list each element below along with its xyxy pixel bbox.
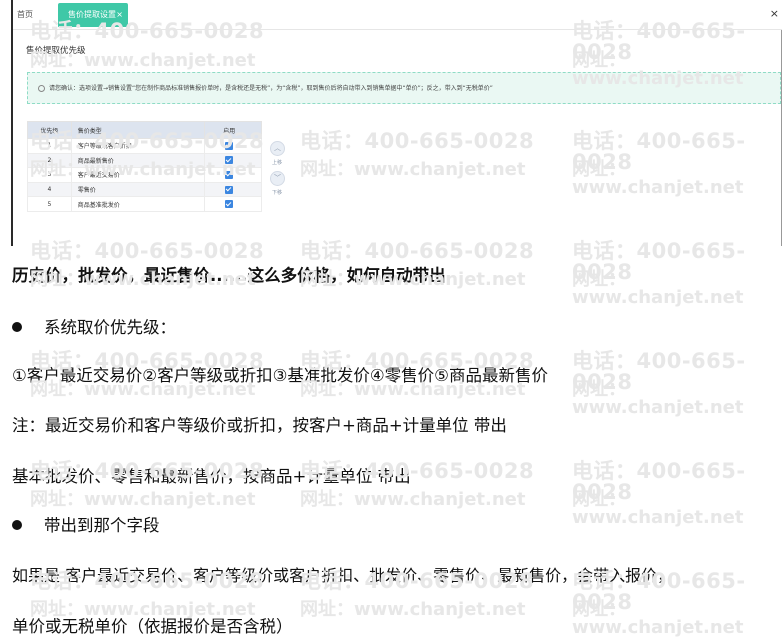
row-price-type: 零售价 xyxy=(70,181,206,198)
paragraph-priority-order: ①客户最近交易价②客户等级或折扣③基准批发价④零售价⑤商品最新售价 xyxy=(12,366,548,385)
enabled-checkbox[interactable] xyxy=(225,141,234,150)
enabled-checkbox[interactable] xyxy=(225,170,234,179)
watermark-website: 网址：www.chanjet.net xyxy=(572,379,744,418)
screenshot-left-border xyxy=(11,0,13,246)
notice-text: 请您确认：选项设置→销售设置“您在制作商品标准销售报价单时，是含税还是无税”，为… xyxy=(49,85,493,92)
row-priority: 3 xyxy=(27,167,72,183)
watermark-website: 网址：www.chanjet.net xyxy=(572,269,744,308)
move-up-button[interactable]: ︿ xyxy=(270,141,285,156)
header-priority: 优先级 xyxy=(27,121,72,139)
table-row[interactable]: 3 客户最近交易价 xyxy=(27,167,262,183)
watermark-website: 网址：www.chanjet.net xyxy=(300,599,526,620)
header-price-type: 售价类型 xyxy=(70,121,206,139)
lightbulb-icon xyxy=(38,85,45,92)
bullet-item: 系统取价优先级： xyxy=(12,314,176,338)
notice-banner: 请您确认：选项设置→销售设置“您在制作商品标准销售报价单时，是含税还是无税”，为… xyxy=(27,72,781,104)
row-price-type: 商品基准批发价 xyxy=(70,196,206,212)
bullet-icon xyxy=(12,321,22,332)
watermark-website: 网址：www.chanjet.net xyxy=(572,599,744,638)
tab-close-icon[interactable]: × xyxy=(116,3,123,27)
bullet-text: 带出到那个字段 xyxy=(44,516,160,535)
watermark-website: 网址：www.chanjet.net xyxy=(30,489,256,510)
tab-home[interactable]: 首页 xyxy=(17,9,33,20)
row-priority: 1 xyxy=(27,138,72,154)
tab-price-settings[interactable]: 售价提取设置 × xyxy=(58,3,128,27)
watermark-phone: 电话：400-665-0028 xyxy=(572,459,746,504)
table-row[interactable]: 5 商品基准批发价 xyxy=(27,196,262,212)
article-heading: 历史价，批发价，最近售价......这么多价格，如何自动带出 xyxy=(12,266,446,285)
bullet-icon xyxy=(12,519,22,530)
paragraph-note-1: 注：最近交易价和客户等级价或折扣，按客户+商品+计量单位 带出 xyxy=(12,416,507,435)
software-screenshot: 首页 售价提取设置 × × 售价提取优先级 请您确认：选项设置→销售设置“您在制… xyxy=(0,0,782,246)
tab-price-settings-label: 售价提取设置 xyxy=(68,10,116,19)
table-row[interactable]: 1 客户等级或客户折扣 xyxy=(27,138,262,154)
priority-table: 优先级 售价类型 启用 1 客户等级或客户折扣 2 商品最新售价 3 客户最近交… xyxy=(27,121,262,212)
table-row[interactable]: 4 零售价 xyxy=(27,181,262,198)
watermark-phone: 电话：400-665-0028 xyxy=(572,239,746,284)
watermark-phone: 电话：400-665-0028 xyxy=(572,349,746,394)
row-price-type: 商品最新售价 xyxy=(70,152,206,169)
table-row[interactable]: 2 商品最新售价 xyxy=(27,152,262,169)
move-up-label: 上移 xyxy=(272,160,283,166)
paragraph-field-2: 单价或无税单价（依据报价是否含税） xyxy=(12,617,293,636)
bullet-text: 系统取价优先级： xyxy=(44,318,176,337)
move-down-button[interactable]: ﹀ xyxy=(270,171,285,186)
tab-bar: 首页 售价提取设置 × × xyxy=(13,0,782,30)
chevron-up-icon: ︿ xyxy=(274,144,281,152)
paragraph-field-1: 如果是 客户最近交易价、客户等级价或客户折扣、批发价、零售价、最新售价，会带入报… xyxy=(12,566,674,585)
row-priority: 4 xyxy=(27,181,72,198)
row-price-type: 客户最近交易价 xyxy=(70,167,206,183)
row-priority: 2 xyxy=(27,152,72,169)
row-price-type: 客户等级或客户折扣 xyxy=(70,138,206,154)
enabled-checkbox[interactable] xyxy=(225,200,234,209)
chevron-down-icon: ﹀ xyxy=(274,174,281,182)
enabled-checkbox[interactable] xyxy=(225,185,234,194)
watermark-website: 网址：www.chanjet.net xyxy=(300,489,526,510)
watermark-website: 网址：www.chanjet.net xyxy=(572,489,744,528)
enabled-checkbox[interactable] xyxy=(225,156,234,165)
header-enabled: 启用 xyxy=(204,121,262,139)
paragraph-note-2: 基本批发价、零售和最新售价，按商品+计量单位 带出 xyxy=(12,467,411,486)
bullet-item: 带出到那个字段 xyxy=(12,512,160,536)
section-title: 售价提取优先级 xyxy=(26,46,86,56)
row-priority: 5 xyxy=(27,196,72,212)
move-down-label: 下移 xyxy=(272,190,283,196)
table-header-row: 优先级 售价类型 启用 xyxy=(27,121,262,139)
window-close-icon[interactable]: × xyxy=(770,7,779,20)
